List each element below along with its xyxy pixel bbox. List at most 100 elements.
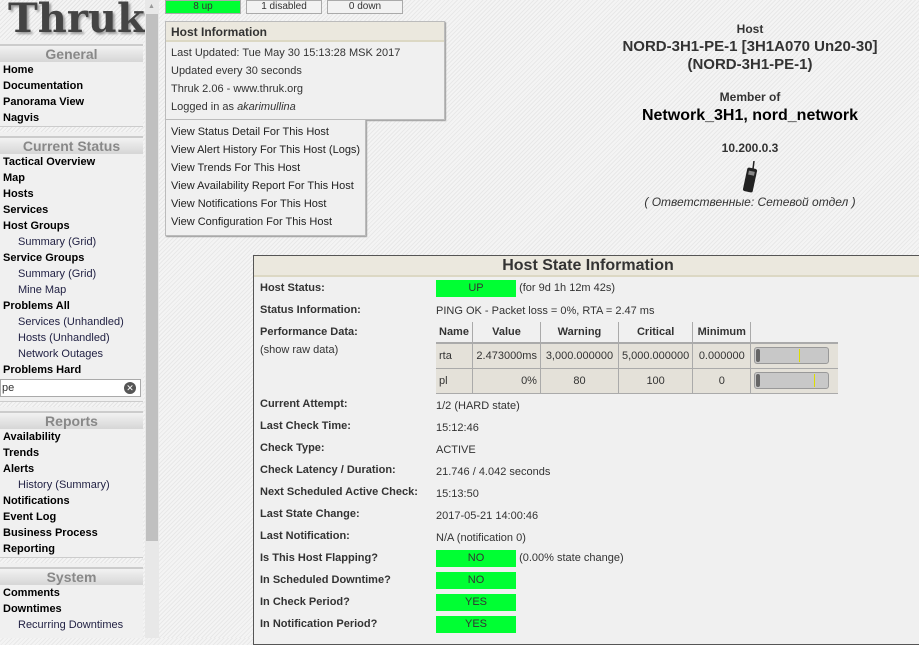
perf-col-name: Name: [436, 322, 473, 344]
sidebar-item-summary-grid[interactable]: Summary (Grid): [0, 234, 143, 250]
state-row-value: 2017-05-21 14:00:46: [436, 510, 539, 522]
sidebar-item-services[interactable]: Services: [0, 202, 143, 218]
link-status-detail[interactable]: View Status Detail For This Host: [166, 123, 365, 141]
host-note: ( Ответственные: Сетевой отдел ): [644, 195, 856, 209]
show-raw-data-link[interactable]: (show raw data): [260, 344, 338, 356]
perf-col-bar: [750, 322, 838, 344]
sidebar-item-documentation[interactable]: Documentation: [0, 78, 143, 94]
perf-col-minimum: Minimum: [692, 322, 752, 344]
sidebar-item-availability[interactable]: Availability: [0, 429, 143, 445]
perf-value: 0%: [472, 368, 541, 394]
sidebar-item-summary-grid[interactable]: Summary (Grid): [0, 266, 143, 282]
sidebar-item-problems-hard[interactable]: Problems Hard: [0, 362, 143, 378]
flag-value: NO (0.00% state change): [436, 550, 624, 567]
sidebar-item-services-unhandled[interactable]: Services (Unhandled): [0, 314, 143, 330]
perf-header-row: Name Value Warning Critical Minimum: [436, 322, 838, 344]
thruk-logo[interactable]: Thruk: [0, 0, 145, 40]
state-row-value: ACTIVE: [436, 444, 476, 456]
flag-badge: NO: [436, 550, 516, 567]
perf-minimum: 0.000000: [692, 343, 752, 369]
sidebar-item-notifications[interactable]: Notifications: [0, 493, 143, 509]
host-information-box: Host Information Last Updated: Tue May 3…: [165, 21, 445, 120]
link-notifications[interactable]: View Notifications For This Host: [166, 195, 365, 213]
state-row-label: Check Latency / Duration:: [260, 464, 396, 476]
flag-label: In Check Period?: [260, 596, 350, 608]
host-label: Host: [736, 22, 764, 36]
search-input[interactable]: pe ✕: [0, 379, 141, 397]
state-row-label: Current Attempt:: [260, 398, 348, 410]
link-alert-history[interactable]: View Alert History For This Host (Logs): [166, 141, 365, 159]
perf-bar-value: [756, 374, 761, 387]
scroll-up-arrow-icon[interactable]: ▲: [148, 3, 155, 10]
host-groups[interactable]: Network_3H1, nord_network: [580, 107, 919, 125]
sidebar-item-panorama-view[interactable]: Panorama View: [0, 94, 143, 110]
section-separator: [0, 126, 143, 132]
sidebar-item-tactical-overview[interactable]: Tactical Overview: [0, 154, 143, 170]
sidebar-section-current-status: Current Status: [0, 136, 143, 154]
sidebar: Thruk General Home Documentation Panorama V…: [0, 0, 145, 638]
state-row-label: Check Type:: [260, 442, 325, 454]
link-trends[interactable]: View Trends For This Host: [166, 159, 365, 177]
sidebar-item-nagvis[interactable]: Nagvis: [0, 110, 143, 126]
host-summary: Host NORD-3H1-PE-1 [3H1A070 Un20-30] (NO…: [580, 22, 919, 209]
host-name: NORD-3H1-PE-1 [3H1A070 Un20-30]: [622, 38, 878, 55]
search-value: pe: [2, 382, 15, 394]
sidebar-item-host-groups[interactable]: Host Groups: [0, 218, 143, 234]
state-row-label: Last State Change:: [260, 508, 360, 520]
perf-bar-cell: [750, 368, 838, 394]
sidebar-item-reporting[interactable]: Reporting: [0, 541, 143, 557]
host-status-badge: UP: [436, 280, 516, 297]
sidebar-section-reports: Reports: [0, 411, 143, 429]
host-alias: (NORD-3H1-PE-1): [687, 56, 813, 73]
perf-bar-value: [756, 349, 761, 363]
perf-critical: 100: [618, 368, 694, 394]
perf-minimum: 0: [692, 368, 752, 394]
sidebar-item-event-log[interactable]: Event Log: [0, 509, 143, 525]
state-row-value: 15:13:50: [436, 488, 479, 500]
sidebar-item-downtimes[interactable]: Downtimes: [0, 601, 143, 617]
username: akarimullina: [237, 101, 296, 113]
status-info-label: Status Information:: [260, 304, 361, 316]
section-separator: [0, 557, 143, 563]
cellphone-icon: [742, 160, 758, 193]
flag-label: Is This Host Flapping?: [260, 552, 378, 564]
sidebar-item-hosts-unhandled[interactable]: Hosts (Unhandled): [0, 330, 143, 346]
clear-search-icon[interactable]: ✕: [124, 382, 136, 394]
perf-bar: [754, 347, 830, 365]
sidebar-item-network-outages[interactable]: Network Outages: [0, 346, 143, 362]
sidebar-item-business-process[interactable]: Business Process: [0, 525, 143, 541]
perf-row: pl 0% 80 100 0: [436, 368, 838, 394]
perf-name: rta: [436, 343, 473, 369]
update-interval: Updated every 30 seconds: [171, 65, 302, 77]
sidebar-item-history-summary[interactable]: History (Summary): [0, 477, 143, 493]
sidebar-item-hosts[interactable]: Hosts: [0, 186, 143, 202]
sidebar-item-trends[interactable]: Trends: [0, 445, 143, 461]
sidebar-item-home[interactable]: Home: [0, 62, 143, 78]
perf-col-warning: Warning: [540, 322, 619, 344]
flag-label: In Notification Period?: [260, 618, 378, 630]
sidebar-item-problems-all[interactable]: Problems All: [0, 298, 143, 314]
hosts-down-count[interactable]: 0 down: [327, 0, 403, 14]
link-configuration[interactable]: View Configuration For This Host: [166, 213, 365, 231]
scrollbar-thumb[interactable]: [146, 14, 158, 541]
hosts-up-count[interactable]: 8 up: [165, 0, 241, 14]
perf-col-critical: Critical: [618, 322, 694, 344]
sidebar-item-mine-map[interactable]: Mine Map: [0, 282, 143, 298]
sidebar-item-map[interactable]: Map: [0, 170, 143, 186]
link-availability[interactable]: View Availability Report For This Host: [166, 177, 365, 195]
version-info: Thruk 2.06 - www.thruk.org: [171, 83, 304, 95]
sidebar-scrollbar[interactable]: ▲: [145, 0, 159, 638]
hosts-disabled-count[interactable]: 1 disabled: [246, 0, 322, 14]
perf-bar-warning-marker: [813, 374, 815, 387]
sidebar-item-recurring-downtimes[interactable]: Recurring Downtimes: [0, 617, 143, 633]
sidebar-item-comments[interactable]: Comments: [0, 585, 143, 601]
host-state-information: Host State Information Host Status: UP (…: [253, 255, 919, 645]
perf-bar-cell: [750, 343, 838, 369]
sidebar-item-service-groups[interactable]: Service Groups: [0, 250, 143, 266]
member-of-label: Member of: [719, 90, 781, 104]
logged-in-prefix: Logged in as: [171, 101, 238, 113]
flag-label: In Scheduled Downtime?: [260, 574, 391, 586]
host-status-duration: (for 9d 1h 12m 42s): [519, 282, 616, 294]
perf-data-table: Name Value Warning Critical Minimum rta 2…: [436, 322, 838, 394]
sidebar-item-alerts[interactable]: Alerts: [0, 461, 143, 477]
